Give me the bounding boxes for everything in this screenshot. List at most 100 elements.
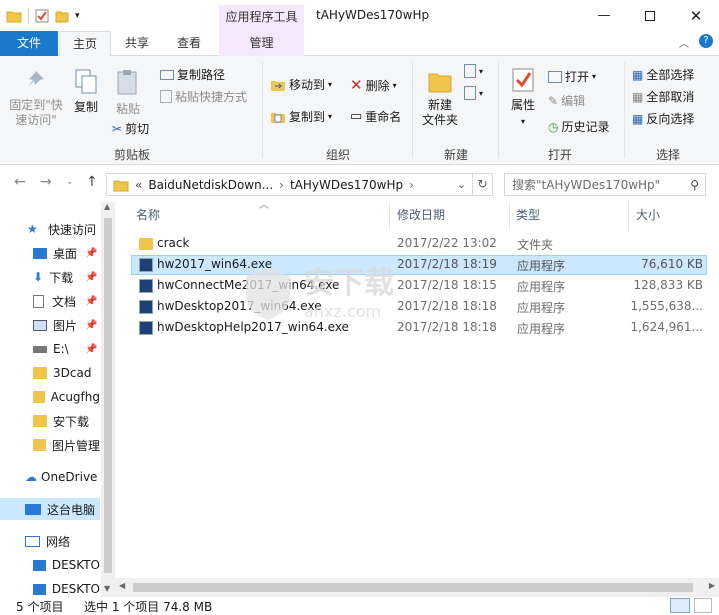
- column-separator[interactable]: [509, 202, 510, 230]
- watermark-subtext: anxz.com: [304, 302, 382, 321]
- copy-button[interactable]: 复制: [70, 68, 102, 115]
- horizontal-scrollbar[interactable]: ◀ ▶: [115, 578, 719, 597]
- file-name: crack: [157, 236, 190, 250]
- paste-label: 粘贴: [115, 102, 140, 116]
- close-button[interactable]: ✕: [673, 0, 719, 31]
- select-all-button[interactable]: ▦ 全部选择: [632, 66, 694, 83]
- folder-icon: [33, 415, 47, 427]
- column-separator[interactable]: [389, 202, 390, 230]
- tab-manage[interactable]: 管理: [219, 31, 304, 56]
- details-view-icon[interactable]: [670, 598, 690, 613]
- large-icons-view-icon[interactable]: [694, 598, 712, 613]
- nav-quick-access[interactable]: ★ 快速访问: [0, 218, 100, 240]
- table-row[interactable]: hwDesktopHelp2017_win64.exe 2017/2/18 18…: [131, 318, 707, 338]
- paste-shortcut-icon: [160, 90, 172, 103]
- easy-access-button[interactable]: ▾: [464, 86, 483, 100]
- open-button[interactable]: 打开 ▾: [548, 68, 596, 85]
- address-dropdown-icon[interactable]: ⌄: [457, 178, 466, 191]
- recent-locations-icon[interactable]: ⌄: [66, 177, 74, 187]
- invert-selection-button[interactable]: ▦ 反向选择: [632, 110, 694, 127]
- properties-button[interactable]: 属性 ▾: [506, 66, 540, 129]
- selection-info: 选中 1 个项目 74.8 MB: [84, 600, 213, 614]
- table-row[interactable]: hw2017_win64.exe 2017/2/18 18:19 应用程序 76…: [131, 255, 707, 275]
- separator: [262, 62, 263, 158]
- cloud-icon: ☁: [25, 470, 37, 484]
- column-separator[interactable]: [628, 202, 629, 230]
- nav-folder-acugfhg[interactable]: Acugfhg: [0, 386, 100, 408]
- up-arrow-icon[interactable]: ↑: [86, 174, 98, 190]
- ribbon-collapse-icon[interactable]: ︿: [679, 35, 689, 50]
- nav-folder-picture-manager[interactable]: 图片管理: [0, 434, 100, 456]
- nav-folder-anxiazai[interactable]: 安下载: [0, 410, 100, 432]
- nav-desktop[interactable]: 桌面 📌: [0, 242, 100, 264]
- delete-button[interactable]: ✕ 删除 ▾: [350, 76, 397, 94]
- delete-label: 删除: [365, 78, 390, 93]
- paste-button[interactable]: 粘贴: [112, 68, 144, 117]
- group-label-clipboard: 剪贴板: [113, 148, 150, 162]
- scroll-thumb[interactable]: [133, 583, 693, 592]
- copy-path-button[interactable]: 复制路径: [160, 66, 225, 83]
- copy-to-button[interactable]: 复制到 ▾: [270, 108, 332, 125]
- paste-shortcut-button[interactable]: 粘贴快捷方式: [160, 88, 247, 105]
- properties-icon[interactable]: [35, 9, 49, 23]
- new-folder-icon[interactable]: [55, 9, 69, 23]
- file-size: 1,555,638...: [630, 299, 703, 313]
- path-overflow[interactable]: «: [135, 178, 142, 192]
- nav-documents[interactable]: 文档 📌: [0, 290, 100, 312]
- column-header-size[interactable]: 大小: [636, 206, 660, 223]
- folder-icon: [6, 11, 22, 23]
- application-icon: [139, 321, 153, 335]
- application-icon: [139, 300, 153, 314]
- address-bar[interactable]: « BaiduNetdiskDown... › tAHyWDes170wHp ›…: [106, 173, 493, 196]
- rename-button[interactable]: ▭ 重命名: [350, 108, 401, 125]
- history-button[interactable]: ◷ 历史记录: [548, 118, 610, 135]
- scroll-up-icon[interactable]: ▲: [104, 202, 110, 211]
- nav-drive-e[interactable]: E:\ 📌: [0, 338, 100, 360]
- refresh-icon[interactable]: ↻: [472, 174, 492, 195]
- nav-this-pc[interactable]: 这台电脑: [0, 498, 100, 520]
- maximize-button[interactable]: [627, 0, 673, 31]
- customize-qat-icon[interactable]: ▾: [75, 11, 80, 21]
- table-row[interactable]: crack 2017/2/22 13:02 文件夹: [131, 234, 707, 254]
- breadcrumb-1[interactable]: BaiduNetdiskDown...: [148, 178, 273, 192]
- cut-button[interactable]: ✂ 剪切: [112, 120, 149, 137]
- nav-folder-3dcad[interactable]: 3Dcad: [0, 362, 100, 384]
- scroll-left-icon[interactable]: ◀: [119, 581, 125, 590]
- back-arrow-icon[interactable]: ←: [14, 174, 26, 190]
- minimize-button[interactable]: —: [581, 0, 627, 31]
- chevron-right-icon[interactable]: ›: [279, 178, 284, 192]
- pin-quick-access-button[interactable]: 固定到"快 速访问": [8, 68, 64, 128]
- scroll-right-icon[interactable]: ▶: [709, 581, 715, 590]
- column-header-type[interactable]: 类型: [516, 206, 540, 223]
- dropdown-icon: ▾: [328, 112, 333, 121]
- scroll-down-icon[interactable]: ▼: [104, 584, 110, 593]
- scroll-thumb[interactable]: [104, 218, 112, 573]
- new-folder-button[interactable]: 新建 文件夹: [418, 66, 462, 128]
- tab-home[interactable]: 主页: [59, 31, 111, 57]
- tab-file[interactable]: 文件: [0, 31, 58, 56]
- chevron-right-icon[interactable]: ›: [409, 178, 414, 192]
- nav-pictures[interactable]: 图片 📌: [0, 314, 100, 336]
- nav-item-label: 这台电脑: [47, 502, 96, 517]
- select-none-button[interactable]: ▦ 全部取消: [632, 88, 694, 105]
- nav-downloads[interactable]: ⬇ 下载 📌: [0, 266, 100, 288]
- edit-button[interactable]: ✎ 编辑: [548, 92, 585, 109]
- tab-share[interactable]: 共享: [114, 31, 160, 56]
- forward-arrow-icon[interactable]: →: [40, 174, 52, 190]
- edit-label: 编辑: [561, 94, 586, 108]
- nav-network[interactable]: 网络: [0, 530, 100, 552]
- new-item-button[interactable]: ▾: [464, 64, 483, 78]
- tab-view[interactable]: 查看: [164, 31, 214, 56]
- help-icon[interactable]: ?: [699, 34, 713, 48]
- nav-onedrive[interactable]: ☁ OneDrive: [0, 466, 100, 488]
- column-header-date[interactable]: 修改日期: [397, 206, 445, 223]
- nav-scrollbar[interactable]: ▲ ▼: [101, 202, 115, 597]
- breadcrumb-2[interactable]: tAHyWDes170wHp: [290, 178, 403, 192]
- table-row[interactable]: hwDesktop2017_win64.exe 2017/2/18 18:18 …: [131, 297, 707, 317]
- search-input[interactable]: 搜索"tAHyWDes170wHp" ⚲: [504, 173, 706, 196]
- move-to-button[interactable]: 移动到 ▾: [270, 76, 332, 93]
- table-row[interactable]: hwConnectMe2017_win64.exe 2017/2/18 18:1…: [131, 276, 707, 296]
- open-icon: [548, 70, 562, 83]
- column-header-name[interactable]: 名称: [136, 206, 160, 223]
- nav-desktop-computer-1[interactable]: DESKTO: [0, 554, 100, 576]
